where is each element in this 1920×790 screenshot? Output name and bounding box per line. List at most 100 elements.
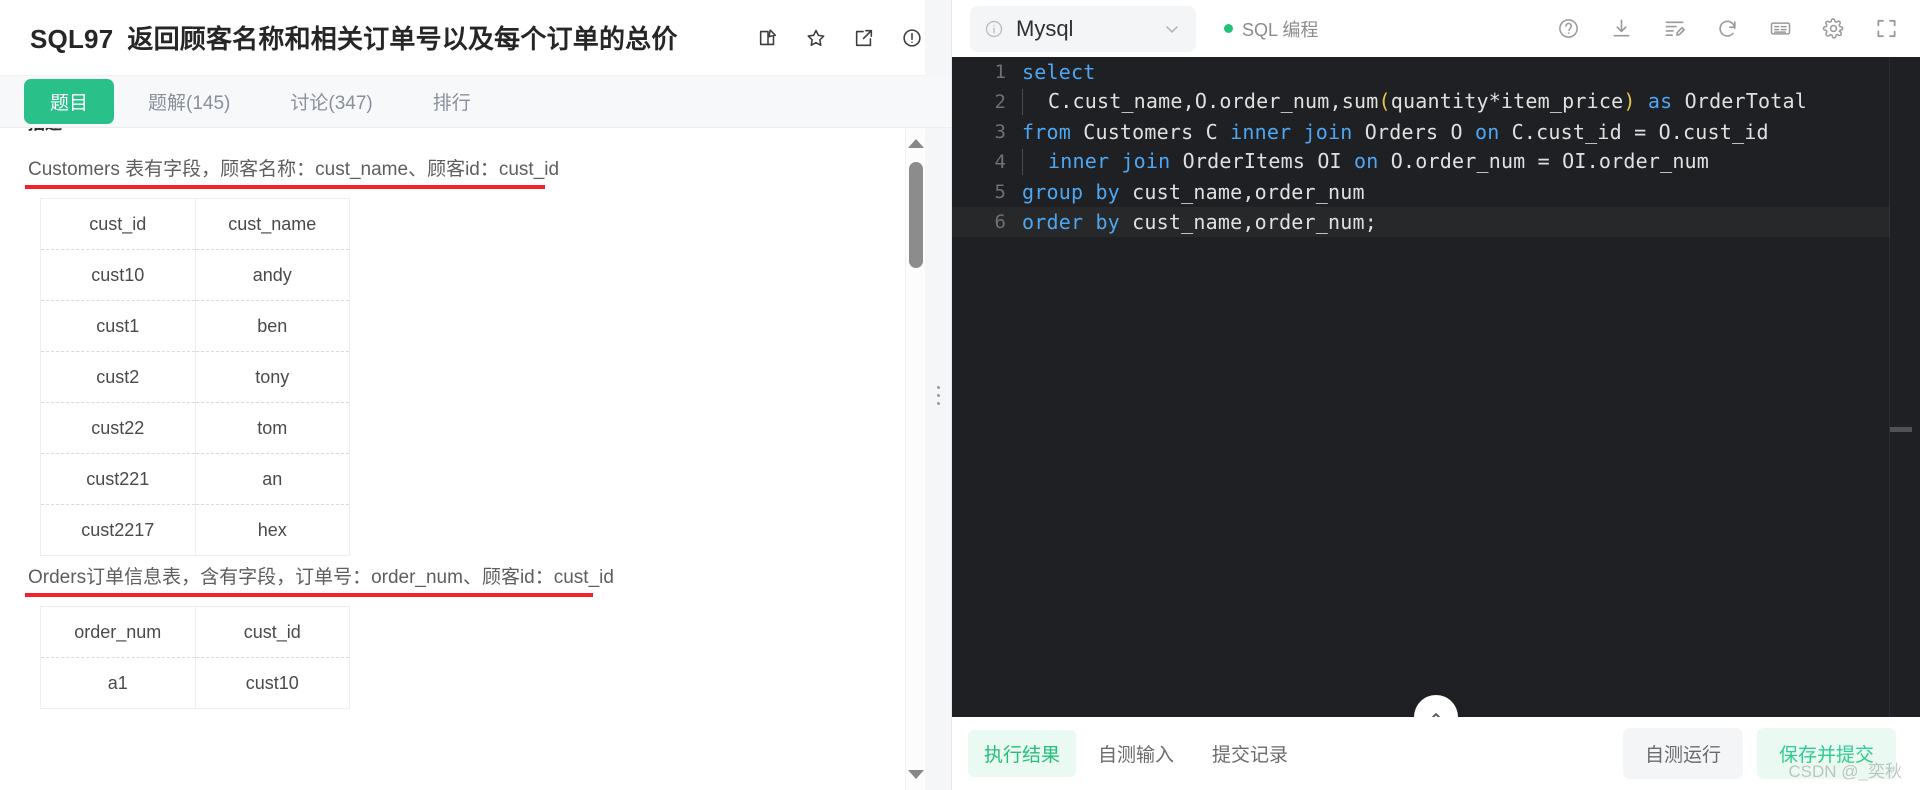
code-line[interactable]: 3 from Customers C inner join Orders O on… bbox=[952, 117, 1920, 147]
share-icon[interactable] bbox=[853, 27, 875, 49]
self-test-run-button[interactable]: 自测运行 bbox=[1622, 728, 1743, 779]
customers-table: cust_id cust_name cust10 andy cust1 ben … bbox=[40, 198, 350, 556]
result-tabs: 执行结果 自测输入 提交记录 bbox=[968, 730, 1304, 777]
database-select[interactable]: Mysql bbox=[970, 5, 1196, 52]
editor-scrollbar[interactable] bbox=[1890, 57, 1920, 717]
download-icon[interactable] bbox=[1610, 17, 1633, 40]
cell: cust2 bbox=[40, 351, 196, 403]
tab-execution-result[interactable]: 执行结果 bbox=[968, 730, 1077, 777]
code-line[interactable]: 6 order by cust_name,order_num; bbox=[952, 207, 1920, 237]
table-row: cust2217 hex bbox=[40, 504, 350, 556]
line-number: 4 bbox=[994, 151, 1006, 173]
code-token: inner join bbox=[1048, 148, 1171, 173]
tab-discussion[interactable]: 讨论(347) bbox=[264, 79, 398, 124]
table-header-row: order_num cust_id bbox=[40, 606, 350, 658]
table-row: cust10 andy bbox=[40, 249, 350, 301]
editor-mode-label: SQL 编程 bbox=[1224, 16, 1318, 42]
orders-table: order_num cust_id a1 cust10 bbox=[40, 606, 350, 709]
code-token: select bbox=[1022, 60, 1096, 84]
tab-self-test-input[interactable]: 自测输入 bbox=[1082, 730, 1190, 777]
table-header-row: cust_id cust_name bbox=[40, 198, 350, 250]
code-token: from bbox=[1022, 120, 1071, 144]
editor-toolbar-actions bbox=[1557, 17, 1898, 40]
result-actions: 自测运行 保存并提交 bbox=[1622, 728, 1896, 779]
chevron-down-icon bbox=[1162, 19, 1182, 39]
tab-problem[interactable]: 题目 bbox=[24, 79, 115, 124]
code-token: on bbox=[1354, 148, 1379, 173]
customers-description-text: Customers 表有字段，顾客名称：cust_name、顾客id：cust_… bbox=[28, 159, 560, 180]
tab-ranking[interactable]: 排行 bbox=[407, 79, 497, 124]
indent-guide bbox=[1022, 89, 1023, 116]
code-token: Orders O bbox=[1352, 120, 1475, 144]
problem-title-text: 返回顾客名称和相关订单号以及每个订单的总价 bbox=[127, 24, 678, 54]
line-text: order by cust_name,order_num; bbox=[1022, 210, 1377, 234]
fullscreen-icon[interactable] bbox=[1875, 17, 1898, 40]
code-token: quantity*item_price bbox=[1390, 88, 1624, 113]
column-header: cust_name bbox=[194, 198, 350, 250]
editor-toolbar: Mysql SQL 编程 bbox=[952, 0, 1920, 57]
customers-description: Customers 表有字段，顾客名称：cust_name、顾客id：cust_… bbox=[25, 156, 926, 189]
header-actions bbox=[757, 27, 923, 49]
description-heading: 描述 bbox=[28, 128, 926, 134]
cell: an bbox=[194, 453, 350, 505]
database-name: Mysql bbox=[1016, 15, 1074, 41]
code-token: O.order_num = OI.order_num bbox=[1378, 148, 1710, 173]
star-icon[interactable] bbox=[805, 27, 827, 49]
code-line[interactable]: 2 C.cust_name,O.order_num,sum(quantity*it… bbox=[952, 87, 1920, 117]
save-and-submit-button[interactable]: 保存并提交 bbox=[1756, 728, 1896, 779]
result-bar: 执行结果 自测输入 提交记录 自测运行 保存并提交 bbox=[952, 717, 1920, 790]
line-text: select bbox=[1022, 60, 1095, 84]
code-token: group by bbox=[1022, 180, 1120, 204]
cell: tony bbox=[194, 351, 350, 403]
settings-icon[interactable] bbox=[1822, 17, 1845, 40]
line-number: 3 bbox=[994, 121, 1006, 143]
page-title: SQL97 返回顾客名称和相关订单号以及每个订单的总价 bbox=[30, 19, 757, 56]
page-root: SQL97 返回顾客名称和相关订单号以及每个订单的总价 题目 题解(145) 讨… bbox=[0, 0, 1920, 790]
code-line[interactable]: 1 select bbox=[952, 57, 1920, 87]
red-underline-1 bbox=[25, 185, 545, 189]
line-number: 1 bbox=[994, 61, 1006, 83]
column-header: cust_id bbox=[194, 606, 350, 658]
editor-mode-text: SQL 编程 bbox=[1242, 19, 1319, 40]
cell: cust221 bbox=[40, 453, 196, 505]
red-underline-2 bbox=[25, 593, 593, 597]
scrollbar-thumb[interactable] bbox=[909, 162, 923, 268]
code-line[interactable]: 5 group by cust_name,order_num bbox=[952, 177, 1920, 207]
description-scrollbar[interactable] bbox=[905, 128, 925, 790]
tab-submission-records[interactable]: 提交记录 bbox=[1196, 730, 1304, 777]
collapse-panel-button[interactable] bbox=[1414, 695, 1458, 717]
keyboard-icon[interactable] bbox=[1769, 17, 1792, 40]
line-number: 6 bbox=[994, 211, 1006, 233]
orders-description: Orders订单信息表，含有字段，订单号：order_num、顾客id：cust… bbox=[25, 564, 926, 597]
problem-header: SQL97 返回顾客名称和相关订单号以及每个订单的总价 bbox=[0, 0, 951, 76]
code-line[interactable]: 4 inner join OrderItems OI on O.order_num… bbox=[952, 147, 1920, 177]
orders-description-text: Orders订单信息表，含有字段，订单号：order_num、顾客id：cust… bbox=[28, 567, 614, 588]
help-icon[interactable] bbox=[1557, 17, 1580, 40]
column-header: order_num bbox=[40, 606, 196, 658]
line-text: from Customers C inner join Orders O on … bbox=[1022, 120, 1769, 144]
sql-code-editor[interactable]: 1 select 2 C.cust_name,O.order_num,sum(quan… bbox=[952, 57, 1920, 717]
tab-solutions[interactable]: 题解(145) bbox=[122, 79, 256, 124]
scroll-down-arrow-icon[interactable] bbox=[907, 770, 924, 779]
report-icon[interactable] bbox=[901, 27, 923, 49]
cell: cust22 bbox=[40, 402, 196, 454]
code-lines[interactable]: 1 select 2 C.cust_name,O.order_num,sum(quan… bbox=[952, 57, 1920, 237]
code-token: ( bbox=[1378, 88, 1391, 113]
refresh-icon[interactable] bbox=[1716, 17, 1739, 40]
indent-guide bbox=[1022, 149, 1023, 176]
scroll-up-arrow-icon[interactable] bbox=[907, 139, 924, 148]
cell: ben bbox=[194, 300, 350, 352]
cell: a1 bbox=[40, 657, 196, 709]
edit-icon[interactable] bbox=[757, 27, 779, 49]
cell: tom bbox=[194, 402, 350, 454]
cell: cust10 bbox=[194, 657, 350, 709]
code-token: Customers C bbox=[1070, 120, 1231, 144]
format-icon[interactable] bbox=[1663, 17, 1686, 40]
code-token: order by bbox=[1022, 210, 1120, 234]
editor-scrollbar-thumb[interactable] bbox=[1890, 427, 1912, 432]
table-row: cust221 an bbox=[40, 453, 350, 505]
problem-code: SQL97 bbox=[30, 24, 114, 54]
code-token: OrderTotal bbox=[1672, 88, 1807, 113]
code-token: C.cust_id = O.cust_id bbox=[1499, 120, 1769, 144]
